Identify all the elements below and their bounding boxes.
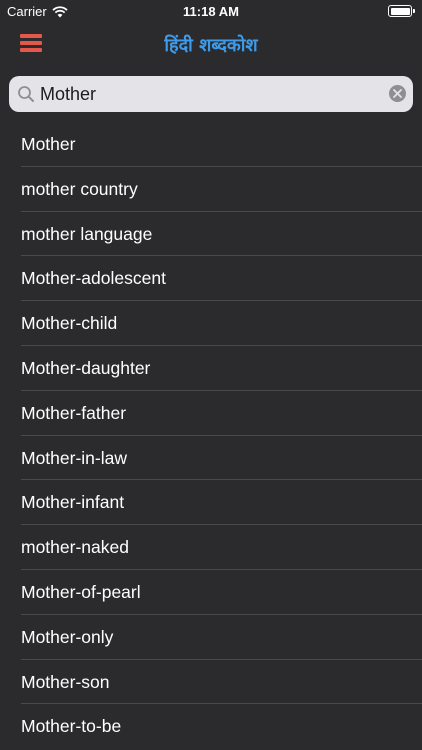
status-time: 11:18 AM — [183, 4, 239, 19]
list-item[interactable]: Mother-father — [0, 391, 422, 436]
list-item[interactable]: Mother-adolescent — [0, 256, 422, 301]
list-item[interactable]: Mother-to-be — [0, 704, 422, 749]
list-item[interactable]: Mother-child — [0, 301, 422, 346]
search-icon — [17, 85, 35, 103]
search-input[interactable] — [40, 76, 380, 112]
list-item[interactable]: Mother-daughter — [0, 346, 422, 391]
list-item[interactable]: Mother-in-law — [0, 436, 422, 481]
list-item[interactable]: Mother-son — [0, 660, 422, 705]
list-item[interactable]: Mother — [0, 122, 422, 167]
list-item[interactable]: mother country — [0, 167, 422, 212]
app-title: हिंदी शब्दकोश — [164, 35, 258, 56]
list-item[interactable]: mother language — [0, 212, 422, 257]
list-item[interactable]: Mother-infant — [0, 480, 422, 525]
list-item[interactable]: Mother-of-pearl — [0, 570, 422, 615]
list-item[interactable]: mother-naked — [0, 525, 422, 570]
results-list: Mother mother country mother language Mo… — [0, 122, 422, 749]
list-item[interactable]: Mother-only — [0, 615, 422, 660]
battery-icon — [388, 5, 415, 17]
clear-icon[interactable] — [389, 85, 406, 102]
search-bar — [9, 76, 413, 112]
navigation-bar: हिंदी शब्दकोश — [0, 22, 422, 66]
status-bar: Carrier 11:18 AM — [0, 0, 422, 22]
